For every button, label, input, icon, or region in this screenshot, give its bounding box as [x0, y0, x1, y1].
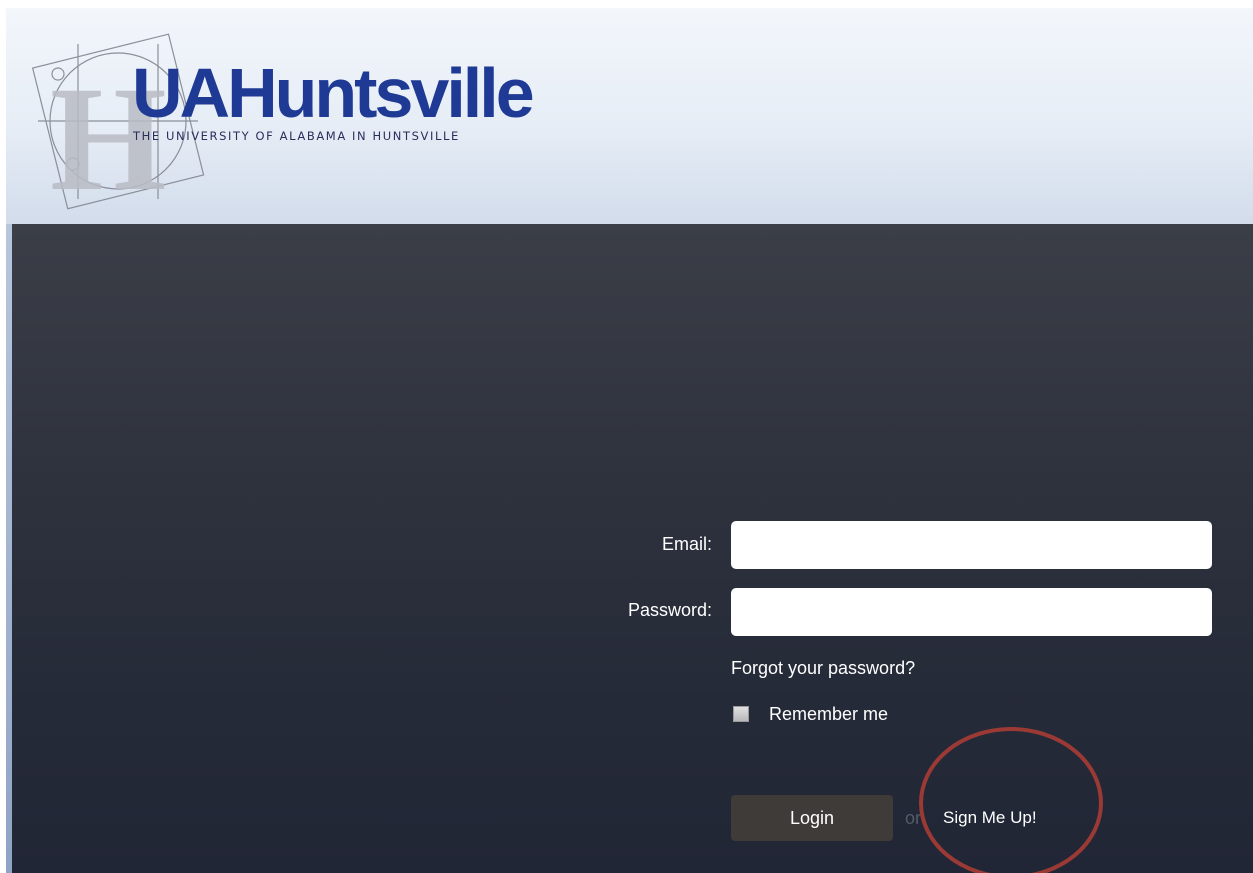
password-field[interactable]: [731, 588, 1212, 636]
sign-up-link[interactable]: Sign Me Up!: [943, 808, 1037, 828]
email-field[interactable]: [731, 521, 1212, 569]
login-page: H UAHuntsville THE UNIVERSITY OF ALABAMA…: [0, 0, 1253, 873]
email-label: Email:: [661, 534, 712, 554]
remember-me-checkbox[interactable]: [733, 706, 749, 722]
or-separator: or: [905, 808, 922, 828]
forgot-password-link[interactable]: Forgot your password?: [731, 658, 915, 679]
password-label: Password:: [627, 600, 712, 620]
login-button[interactable]: Login: [731, 795, 893, 841]
logo-wordmark: UAHuntsville: [132, 54, 535, 132]
logo-tagline: THE UNIVERSITY OF ALABAMA IN HUNTSVILLE: [133, 129, 460, 143]
remember-me-label: Remember me: [769, 704, 889, 724]
